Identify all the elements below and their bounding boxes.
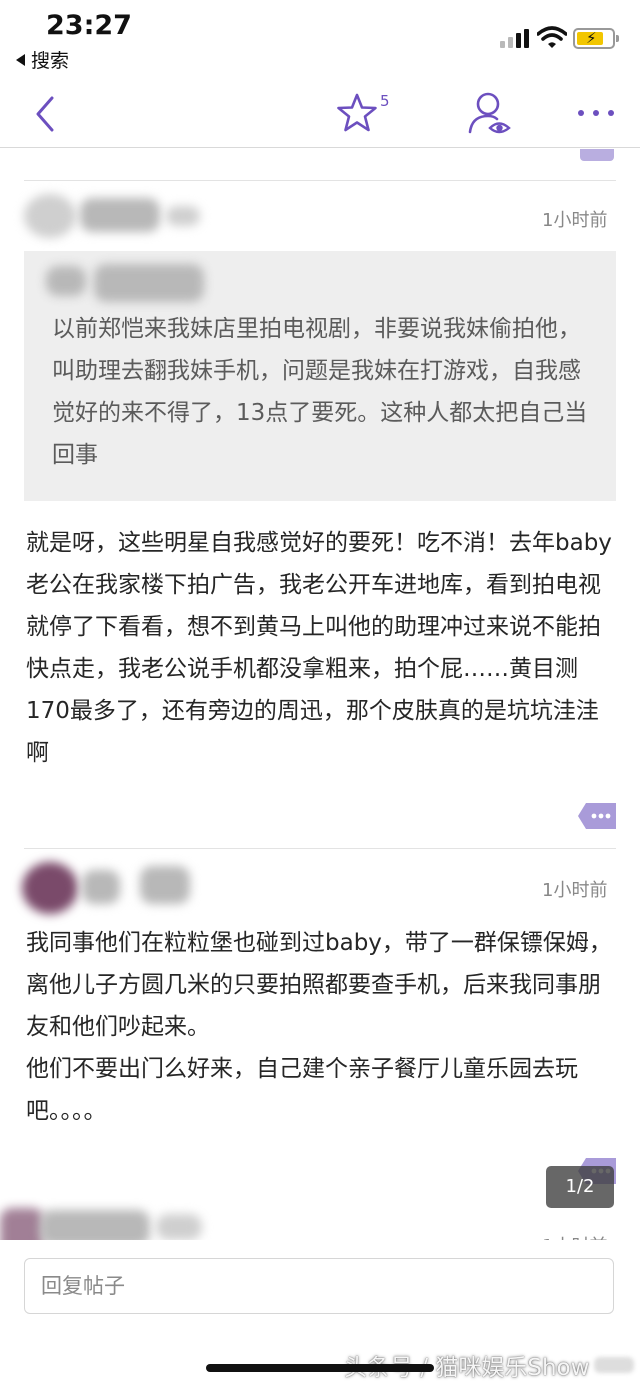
user-badge	[166, 206, 200, 226]
nav-bar: 5	[0, 80, 640, 148]
quoted-username	[46, 266, 86, 296]
star-icon[interactable]	[336, 92, 378, 134]
divider	[24, 180, 616, 181]
reply-bar: 头条号 / 猫咪娱乐Show	[0, 1240, 640, 1386]
post-time: 1小时前	[542, 210, 608, 231]
avatar	[24, 194, 76, 238]
favorite-count: 5	[380, 92, 390, 110]
post-detail-screen: 23:27 搜索 ⚡ 5 1小时前 以前郑恺来我妹店里拍电视剧，非要说我妹偷拍他…	[0, 0, 640, 1386]
page-indicator: 1/2	[546, 1166, 614, 1208]
status-time: 23:27	[46, 10, 132, 41]
home-indicator[interactable]	[206, 1364, 434, 1372]
wifi-icon	[537, 26, 567, 48]
more-dots-icon[interactable]	[576, 106, 616, 120]
avatar	[22, 862, 78, 914]
status-bar: 23:27 搜索 ⚡	[0, 0, 640, 80]
quoted-text: 以前郑恺来我妹店里拍电视剧，非要说我妹偷拍他，叫助理去翻我妹手机，问题是我妹在打…	[52, 316, 588, 468]
back-to-app-link[interactable]: 搜索	[16, 46, 69, 73]
comment-text: 我同事他们在粒粒堡也碰到过baby，带了一群保镖保姆，离他儿子方圆几米的只要拍照…	[26, 930, 612, 1124]
reply-tab-icon[interactable]	[580, 149, 614, 161]
reply-icon[interactable]	[578, 803, 616, 829]
cellular-signal-icon	[500, 28, 532, 48]
username	[80, 198, 160, 232]
back-app-label: 搜索	[31, 50, 70, 72]
username	[82, 870, 120, 904]
weibo-mark	[594, 1357, 634, 1373]
chevron-left-icon[interactable]	[30, 92, 66, 136]
comment-text: 就是呀，这些明星自我感觉好的要死！吃不消！去年baby老公在我家楼下拍广告，我老…	[26, 530, 612, 766]
post-time: 1小时前	[542, 880, 608, 901]
battery-icon: ⚡	[573, 28, 619, 49]
divider	[24, 848, 616, 849]
quoted-username	[94, 264, 204, 302]
user-eye-icon[interactable]	[466, 90, 514, 138]
user-badge	[140, 866, 190, 904]
back-triangle-icon	[16, 54, 25, 66]
reply-input[interactable]	[24, 1258, 614, 1314]
user-badge	[156, 1214, 202, 1240]
